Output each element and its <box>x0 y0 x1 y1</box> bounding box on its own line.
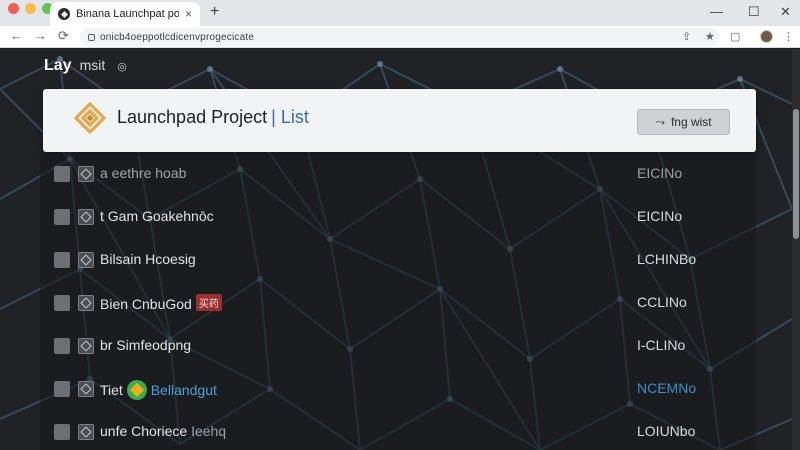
project-name-wrap: unfe Choriece Ieehq <box>100 423 226 439</box>
project-icon <box>78 295 94 311</box>
binance-favicon-icon <box>58 8 70 20</box>
project-status: EICINo <box>637 208 683 224</box>
browser-tab[interactable]: Binana Launchpat pon × <box>50 2 200 26</box>
project-tag-badge: 买药 <box>195 294 222 311</box>
binance-logo-icon <box>73 101 107 135</box>
list-item[interactable]: unfe Choriece Ieehq LOIUNbo <box>40 411 756 450</box>
list-item[interactable]: Bien CnbuGod 买药 CCLINo <box>40 282 756 324</box>
project-icon <box>78 209 94 225</box>
project-status: LCHINBo <box>637 251 697 267</box>
tab-search-icon[interactable]: ▢ <box>730 30 740 43</box>
page-viewport: Lay msit ◎ Launchpad Project | List ⤳ fng… <box>0 49 792 450</box>
share-icon[interactable]: ⇪ <box>682 30 691 43</box>
list-item[interactable]: a eethre hoab EICINo <box>40 153 756 195</box>
project-icon <box>78 381 94 397</box>
project-name: br Simfeodpng <box>100 337 192 353</box>
address-bar[interactable]: onicb4oeppotlcdicenvprogecicate <box>80 28 720 46</box>
project-icon <box>78 166 94 182</box>
project-name-secondary: Ieehq <box>191 423 227 439</box>
project-icon <box>78 424 94 440</box>
project-name: Bien CnbuGod <box>100 296 192 312</box>
row-checkbox[interactable] <box>54 295 70 311</box>
project-name-secondary: Bellandgut <box>150 382 217 398</box>
site-logo-bold: Lay <box>44 57 72 74</box>
title-separator: | <box>271 107 276 127</box>
project-list: a eethre hoab EICINo t Gam Goakehnōc EIC… <box>40 153 756 450</box>
tab-close-icon[interactable]: × <box>185 7 192 21</box>
list-item[interactable]: Tiet Bellandgut NCEMNo <box>40 368 756 410</box>
maximize-button[interactable]: ☐ <box>748 4 760 20</box>
project-name: a eethre hoab <box>100 165 187 181</box>
site-logo-mark-icon: ◎ <box>117 61 127 73</box>
row-checkbox[interactable] <box>54 381 70 397</box>
row-checkbox[interactable] <box>54 338 70 354</box>
project-name: Bilsain Hcoesig <box>100 251 196 267</box>
list-item[interactable]: br Simfeodpng I-CLINo <box>40 325 756 367</box>
row-checkbox[interactable] <box>54 166 70 182</box>
row-checkbox[interactable] <box>54 424 70 440</box>
page-title: Launchpad Project | List <box>117 107 309 128</box>
row-checkbox[interactable] <box>54 252 70 268</box>
site-logo-text: msit <box>79 57 106 73</box>
lock-icon <box>88 33 95 41</box>
minimize-button[interactable]: — <box>710 4 723 19</box>
bookmark-star-icon[interactable]: ★ <box>705 30 715 43</box>
project-icon <box>78 252 94 268</box>
project-icon <box>78 338 94 354</box>
browser-tab-strip: Binana Launchpat pon × + — ☐ ✕ <box>0 0 800 26</box>
project-name-wrap: Bien CnbuGod 买药 <box>100 294 222 312</box>
new-tab-button[interactable]: + <box>210 3 219 21</box>
menu-kebab-icon[interactable]: ⋮ <box>783 30 794 43</box>
site-logo[interactable]: Lay msit ◎ <box>44 57 127 75</box>
project-status: LOIUNbo <box>637 423 696 439</box>
header-action-label: fng wist <box>670 115 712 129</box>
project-name: Tiet <box>100 382 123 398</box>
back-button[interactable]: ← <box>10 28 23 43</box>
close-window-dot[interactable] <box>8 3 19 14</box>
url-text: onicb4oeppotlcdicenvprogecicate <box>100 31 255 43</box>
page-title-sub: List <box>280 107 309 127</box>
forward-button[interactable]: → <box>34 28 47 43</box>
minimize-window-dot[interactable] <box>25 3 36 14</box>
coin-logo-icon <box>126 380 147 400</box>
project-status: EICINo <box>637 165 683 181</box>
project-list-header: Launchpad Project | List ⤳ fng wist <box>43 89 756 152</box>
wave-arrow-icon: ⤳ <box>655 114 665 129</box>
reload-button[interactable]: ⟳ <box>58 28 69 44</box>
window-controls <box>8 3 53 14</box>
tab-title: Binana Launchpat pon <box>76 8 179 20</box>
project-name: t Gam Goakehnōc <box>100 208 214 224</box>
page-scrollbar[interactable] <box>792 49 800 450</box>
project-status: NCEMNo <box>637 380 697 396</box>
header-action-button[interactable]: ⤳ fng wist <box>637 109 730 135</box>
project-status: CCLINo <box>637 294 687 310</box>
project-status: I-CLINo <box>637 337 686 353</box>
project-name: unfe Choriece <box>100 423 188 439</box>
list-item[interactable]: t Gam Goakehnōc EICINo <box>40 196 756 238</box>
browser-toolbar: ← → ⟳ onicb4oeppotlcdicenvprogecicate ⇪ … <box>0 26 800 48</box>
list-item[interactable]: Bilsain Hcoesig LCHINBo <box>40 239 756 281</box>
row-checkbox[interactable] <box>54 209 70 225</box>
project-name-wrap: Tiet Bellandgut <box>100 380 217 400</box>
scrollbar-thumb[interactable] <box>793 109 799 239</box>
page-title-main: Launchpad Project <box>117 107 268 127</box>
close-button[interactable]: ✕ <box>780 4 791 20</box>
profile-avatar[interactable] <box>760 30 773 43</box>
